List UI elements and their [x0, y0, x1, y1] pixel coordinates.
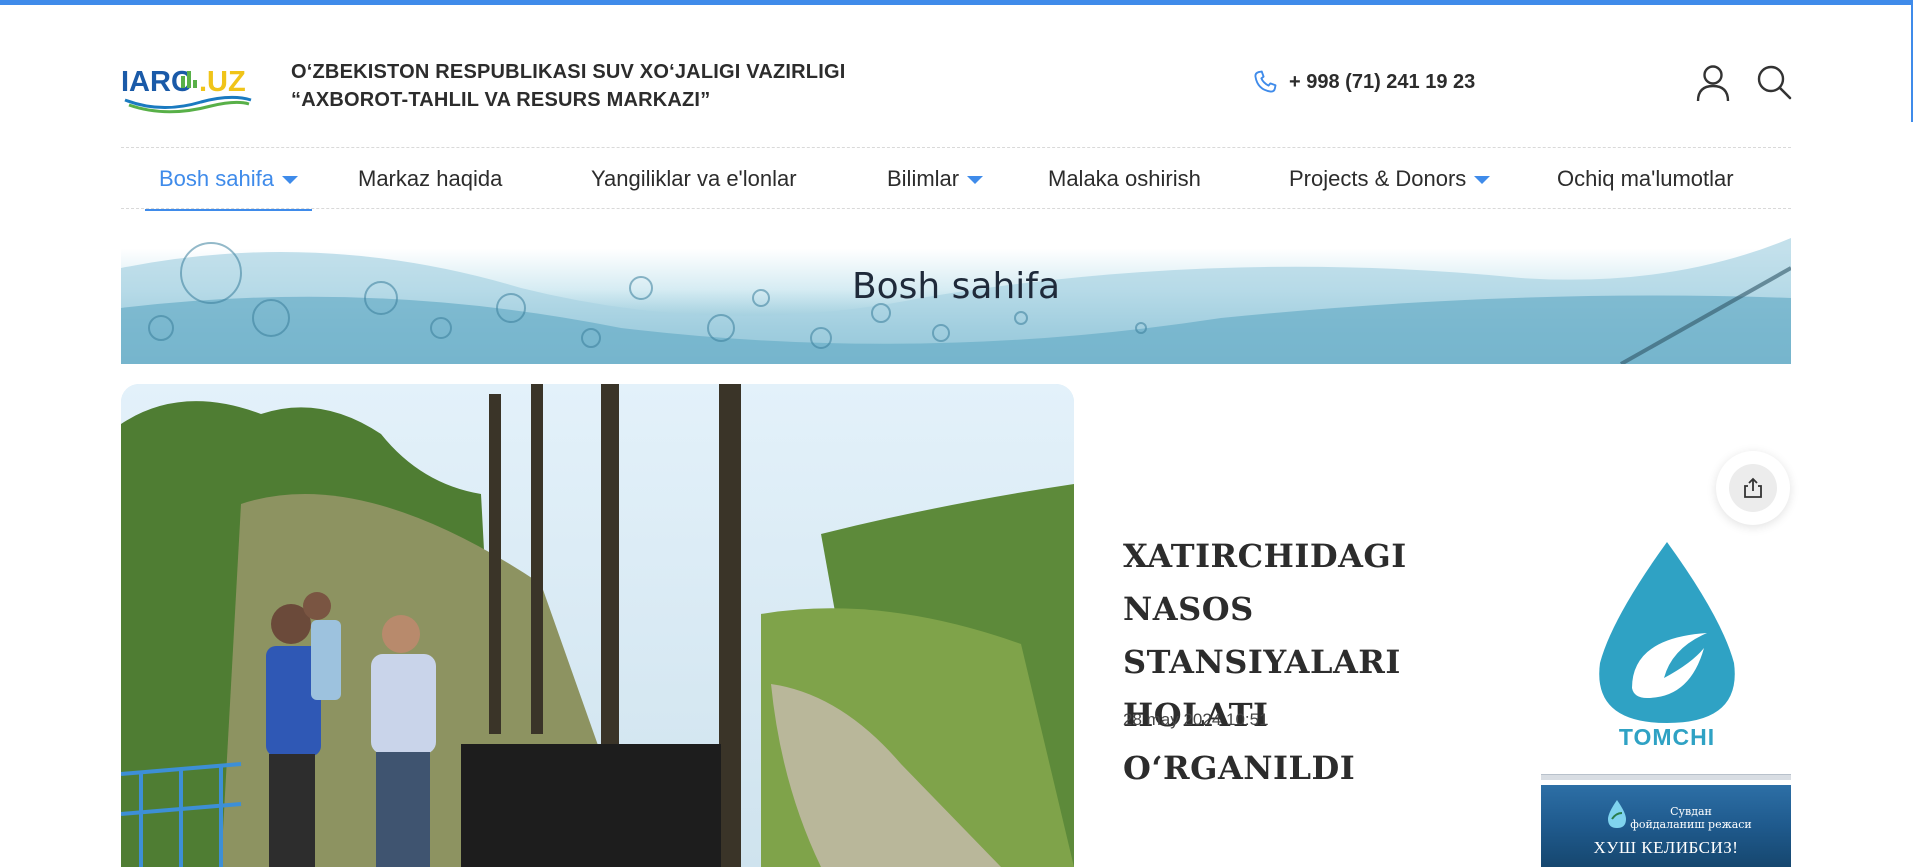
- nav-item-label: Malaka oshirish: [1048, 166, 1201, 191]
- share-button-inner: [1729, 464, 1777, 512]
- ad-banner-frame: [1541, 774, 1791, 780]
- org-line-2: “AXBOROT-TAHLIL VA RESURS MARKAZI”: [291, 89, 711, 111]
- site-logo[interactable]: IARC .UZ: [121, 56, 256, 118]
- nav-item-projects-donors[interactable]: Projects & Donors: [1289, 148, 1491, 210]
- chevron-down-icon: [967, 176, 984, 184]
- nav-item-label: Yangiliklar va e'lonlar: [591, 166, 797, 191]
- page-title: Bosh sahifa: [851, 266, 1061, 307]
- site-header: IARC .UZ O‘ZBEKISTON RESPUBLIKASI SUV XO…: [121, 40, 1792, 130]
- headline-line: XATIRCHIDAGI NASOS: [1123, 537, 1407, 628]
- nav-item-bilimlar[interactable]: Bilimlar: [887, 148, 984, 210]
- tomchi-label: TOMCHI: [1618, 724, 1716, 750]
- nav-item-yangiliklar[interactable]: Yangiliklar va e'lonlar: [591, 148, 797, 210]
- user-icon[interactable]: [1696, 64, 1730, 102]
- ad-subtitle-line-2: фойдаланиш режаси: [1630, 818, 1752, 831]
- water-drop-icon: [1599, 542, 1735, 723]
- share-button[interactable]: [1716, 451, 1790, 525]
- nav-item-ochiq-malumotlar[interactable]: Ochiq ma'lumotlar: [1557, 148, 1734, 210]
- ad-title: ХУШ КЕЛИБСИЗ!: [1593, 838, 1739, 857]
- article-headline[interactable]: XATIRCHIDAGI NASOS STANSIYALARI HOLATI O…: [1123, 530, 1543, 795]
- ad-subtitle: Сувдан фойдаланиш режаси: [1541, 805, 1791, 831]
- phone-number: + 998 (71) 241 19 23: [1289, 70, 1476, 93]
- organization-name: O‘ZBEKISTON RESPUBLIKASI SUV XO‘JALIGI V…: [291, 58, 845, 114]
- nav-item-markaz-haqida[interactable]: Markaz haqida: [358, 148, 502, 210]
- main-navigation: Bosh sahifa Markaz haqida Yangiliklar va…: [121, 147, 1791, 211]
- svg-text:.UZ: .UZ: [199, 66, 246, 98]
- org-line-1: O‘ZBEKISTON RESPUBLIKASI SUV XO‘JALIGI V…: [291, 61, 846, 83]
- nav-item-malaka-oshirish[interactable]: Malaka oshirish: [1048, 148, 1201, 210]
- top-accent-bar: [0, 0, 1913, 5]
- ad-banner[interactable]: Сувдан фойдаланиш режаси ХУШ КЕЛИБСИЗ!: [1541, 785, 1791, 867]
- chevron-down-icon: [1474, 176, 1491, 184]
- article-photo[interactable]: [121, 384, 1074, 867]
- phone-icon: [1254, 70, 1277, 93]
- tomchi-logo[interactable]: [1592, 538, 1742, 753]
- share-icon: [1744, 477, 1762, 498]
- nav-item-label: Ochiq ma'lumotlar: [1557, 166, 1734, 191]
- page-banner: Bosh sahifa: [121, 228, 1791, 364]
- nav-item-label: Projects & Donors: [1289, 166, 1467, 191]
- article-date: 28 may 2024 10:51: [1123, 710, 1269, 729]
- search-icon[interactable]: [1756, 64, 1792, 100]
- nav-item-bosh-sahifa[interactable]: Bosh sahifa: [145, 148, 312, 211]
- headline-line: O‘RGANILDI: [1123, 749, 1356, 787]
- nav-item-label: Markaz haqida: [358, 166, 503, 191]
- nav-item-label: Bosh sahifa: [159, 166, 274, 191]
- ad-subtitle-line-1: Сувдан: [1670, 805, 1712, 818]
- chevron-down-icon: [281, 176, 298, 184]
- nav-item-label: Bilimlar: [887, 166, 960, 191]
- phone-contact[interactable]: + 998 (71) 241 19 23: [1251, 68, 1475, 96]
